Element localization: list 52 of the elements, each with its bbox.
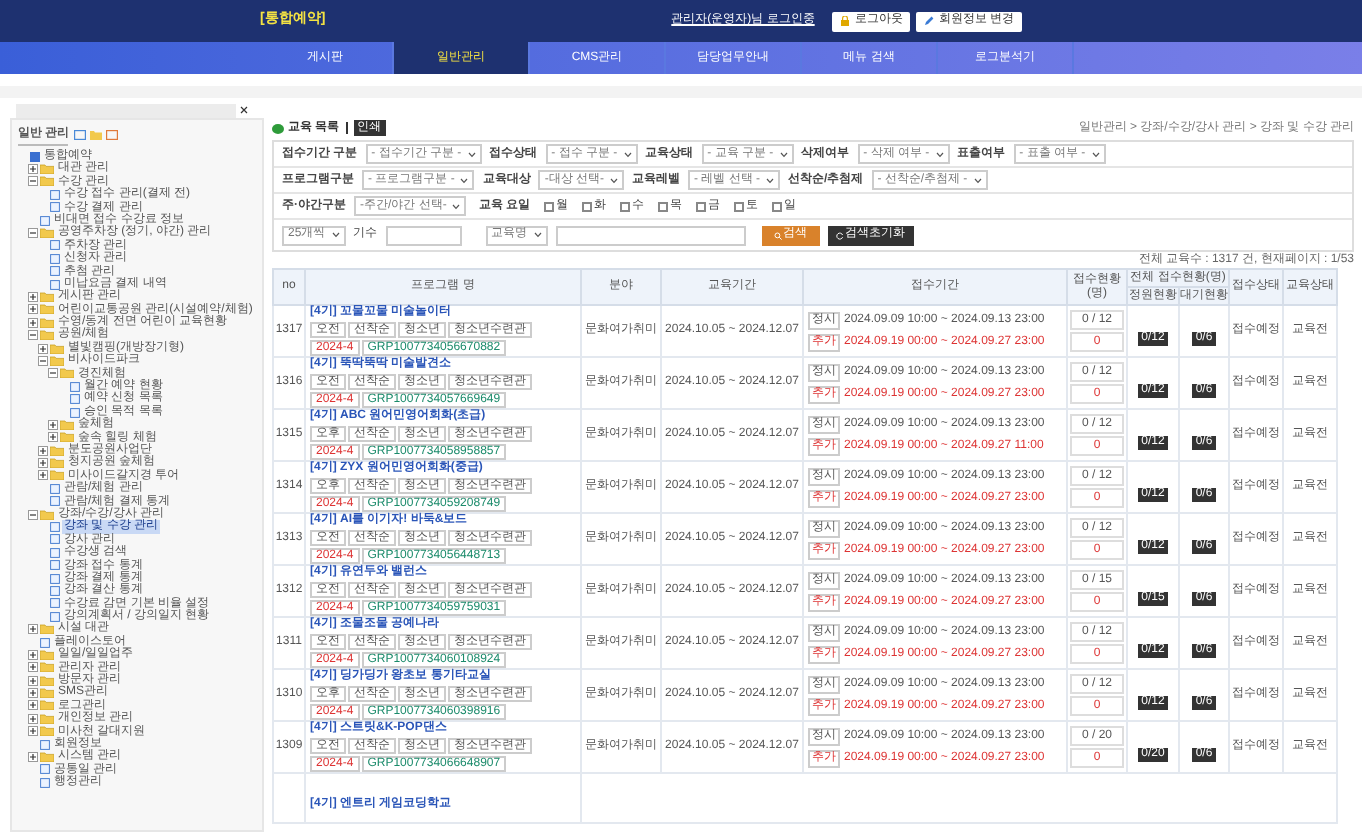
collapse-icon[interactable] xyxy=(48,368,58,379)
caret-icon xyxy=(973,177,982,183)
collapse-icon[interactable] xyxy=(28,176,38,187)
refresh-icon xyxy=(835,231,844,239)
expand-icon[interactable] xyxy=(28,726,38,737)
caret-icon xyxy=(623,151,632,157)
expand-icon[interactable] xyxy=(28,624,38,635)
term-input[interactable] xyxy=(385,225,462,245)
expand-icon[interactable] xyxy=(28,304,38,315)
collapse-icon[interactable] xyxy=(28,228,38,239)
expand-icon[interactable] xyxy=(48,419,58,430)
expand-icon[interactable] xyxy=(28,752,38,763)
collapse-all-icon[interactable] xyxy=(105,129,118,139)
folder-icon xyxy=(40,228,54,239)
caret-icon xyxy=(452,203,461,209)
expand-icon[interactable] xyxy=(28,164,38,175)
expand-icon[interactable] xyxy=(28,291,38,302)
expand-icon[interactable] xyxy=(48,432,58,443)
folder-icon xyxy=(40,752,54,763)
expand-icon[interactable] xyxy=(28,649,38,660)
expand-icon[interactable] xyxy=(38,458,48,469)
root-icon xyxy=(30,151,40,162)
search-input[interactable] xyxy=(555,225,746,245)
caret-icon xyxy=(766,177,775,183)
page-icon xyxy=(40,637,50,648)
expand-icon[interactable] xyxy=(38,343,48,354)
expand-icon[interactable] xyxy=(38,470,48,481)
expand-icon[interactable] xyxy=(28,317,38,328)
expand-icon[interactable] xyxy=(38,445,48,456)
caret-icon xyxy=(610,177,619,183)
caret-icon xyxy=(460,177,469,183)
caret-icon xyxy=(935,151,944,157)
page-icon xyxy=(40,739,50,750)
pencil-icon xyxy=(924,16,935,26)
caret-icon xyxy=(1091,151,1100,157)
caret-icon xyxy=(779,151,788,157)
expand-all-icon[interactable] xyxy=(73,129,86,139)
expand-icon[interactable] xyxy=(28,700,38,711)
collapse-icon[interactable] xyxy=(38,355,48,366)
folder-icon xyxy=(40,509,54,520)
caret-icon xyxy=(533,232,542,238)
collapse-icon[interactable] xyxy=(28,509,38,520)
caret-icon xyxy=(467,151,476,157)
expand-icon[interactable] xyxy=(28,662,38,673)
expand-icon[interactable] xyxy=(28,675,38,686)
caret-icon xyxy=(331,232,340,238)
search-icon xyxy=(773,231,782,239)
lock-icon xyxy=(840,16,851,26)
expand-icon[interactable] xyxy=(28,713,38,724)
expand-icon[interactable] xyxy=(28,688,38,699)
collapse-icon[interactable] xyxy=(28,330,38,341)
close-icon[interactable] xyxy=(240,106,248,114)
